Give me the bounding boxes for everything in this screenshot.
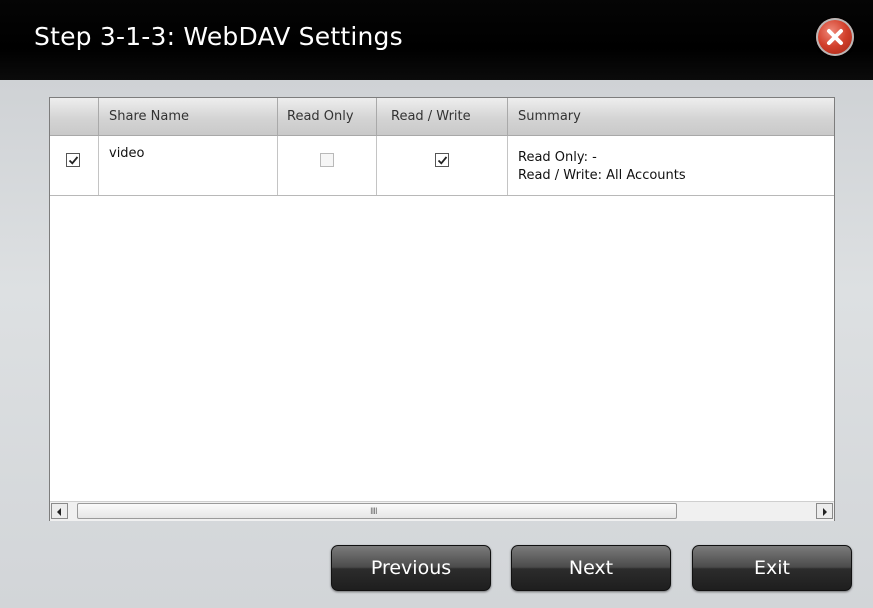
scroll-right-button[interactable]	[816, 503, 833, 519]
select-cell	[50, 136, 99, 195]
next-button[interactable]: Next	[511, 545, 671, 591]
scrollbar-thumb[interactable]: IIII	[77, 503, 677, 519]
exit-button[interactable]: Exit	[692, 545, 852, 591]
column-header-read-write: Read / Write	[377, 98, 508, 135]
read-only-checkbox[interactable]	[320, 153, 334, 167]
scroll-left-button[interactable]	[51, 503, 68, 519]
share-name-cell: video	[99, 136, 278, 195]
summary-cell: Read Only: - Read / Write: All Accounts	[508, 136, 834, 195]
summary-read-write: Read / Write: All Accounts	[518, 168, 686, 183]
column-header-select	[50, 98, 99, 135]
horizontal-scrollbar[interactable]: IIII	[50, 501, 834, 521]
share-table: Share Name Read Only Read / Write Summar…	[49, 97, 835, 521]
arrow-left-icon	[57, 508, 61, 516]
close-button[interactable]	[816, 18, 854, 56]
dialog-title: Step 3-1-3: WebDAV Settings	[34, 22, 403, 51]
checkmark-icon	[437, 156, 448, 165]
read-write-checkbox[interactable]	[435, 153, 449, 167]
column-header-read-only: Read Only	[278, 98, 377, 135]
previous-button[interactable]: Previous	[331, 545, 491, 591]
table-header: Share Name Read Only Read / Write Summar…	[50, 98, 834, 136]
checkmark-icon	[68, 156, 79, 165]
table-row[interactable]: video Read Only: - Read / Write: All Acc…	[50, 136, 834, 196]
summary-read-only: Read Only: -	[518, 150, 597, 165]
read-write-cell	[377, 136, 508, 195]
column-header-share-name: Share Name	[99, 98, 278, 135]
read-only-cell	[278, 136, 377, 195]
scrollbar-grip: IIII	[370, 507, 378, 517]
column-header-summary: Summary	[518, 109, 581, 124]
arrow-right-icon	[823, 508, 827, 516]
title-bar: Step 3-1-3: WebDAV Settings	[0, 0, 873, 80]
close-icon	[827, 29, 843, 45]
row-select-checkbox[interactable]	[66, 153, 80, 167]
